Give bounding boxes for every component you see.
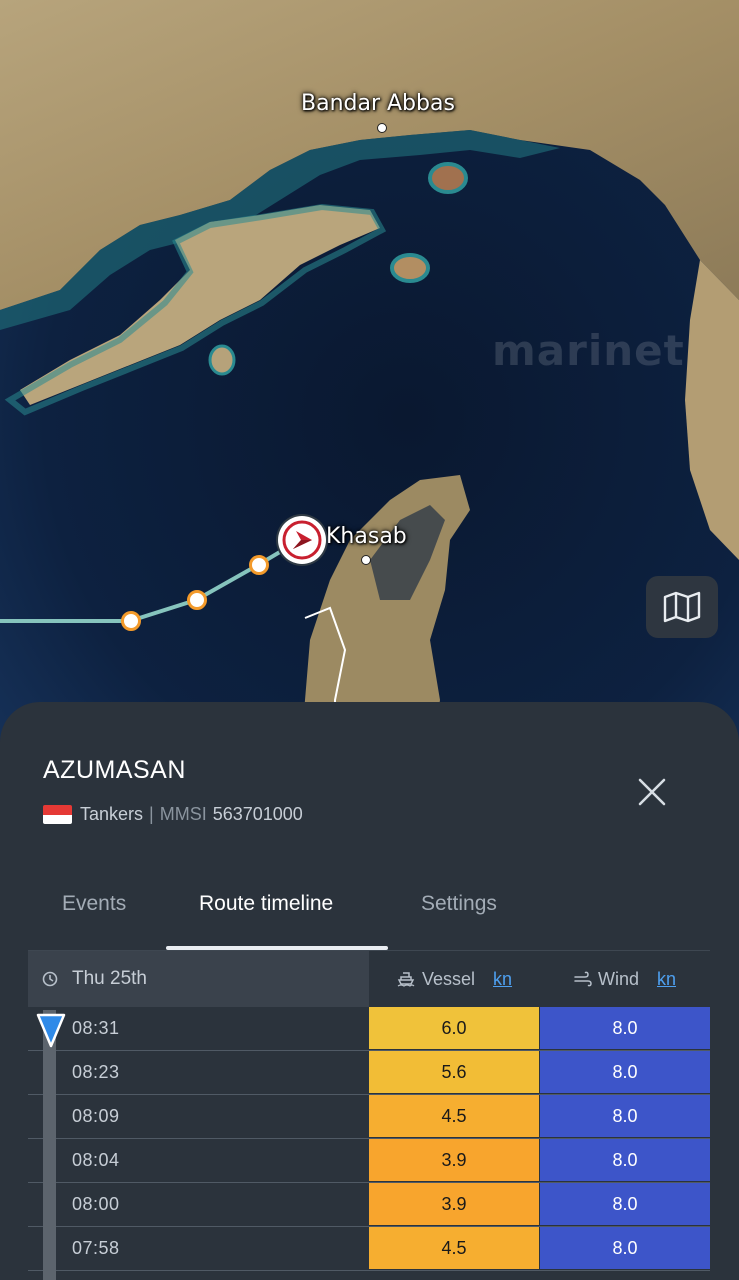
route-timeline-table: Thu 25th Vessel kn Wind kn 08:31 6.0 8.0 08… <box>28 951 710 1271</box>
wind-speed-header: Wind kn <box>540 951 710 1007</box>
table-row[interactable]: 08:23 5.6 8.0 <box>28 1051 710 1095</box>
tab-settings[interactable]: Settings <box>421 892 497 916</box>
vessel-speed-header: Vessel kn <box>369 951 540 1007</box>
vessel-marker[interactable] <box>278 516 326 564</box>
mmsi-label: MMSI <box>159 804 207 824</box>
vessel-subline: Tankers | MMSI 563701000 <box>43 804 303 825</box>
wind-speed-cell: 8.0 <box>540 1095 710 1137</box>
row-time: 08:09 <box>72 1106 120 1126</box>
map-label-khasab: Khasab <box>326 524 407 549</box>
map-icon <box>663 591 701 623</box>
close-icon <box>638 778 666 806</box>
vessel-speed-label: Vessel <box>421 968 476 989</box>
route-waypoint[interactable] <box>121 611 141 631</box>
timeline-scrubber-track[interactable] <box>43 1010 56 1280</box>
city-dot-bandar-abbas <box>377 123 387 133</box>
row-time: 08:23 <box>72 1062 120 1082</box>
table-header: Thu 25th Vessel kn Wind kn <box>28 951 710 1007</box>
wind-icon <box>574 971 592 987</box>
mmsi-value: 563701000 <box>212 804 303 824</box>
route-waypoint[interactable] <box>187 590 207 610</box>
vessel-speed-cell: 6.0 <box>369 1007 539 1049</box>
tab-bar: Events Route timeline Settings <box>28 882 710 951</box>
vessel-info-panel: AZUMASAN Tankers | MMSI 563701000 Events… <box>0 702 739 1280</box>
table-body: 08:31 6.0 8.0 08:23 5.6 8.0 08:09 4.5 8.0 08:04 3.… <box>28 1007 710 1271</box>
date-label: Thu 25th <box>72 968 147 989</box>
table-row[interactable]: 07:58 4.5 8.0 <box>28 1227 710 1271</box>
row-time: 07:58 <box>72 1238 120 1258</box>
tab-route-timeline[interactable]: Route timeline <box>199 892 333 916</box>
timeline-position-icon[interactable] <box>36 1012 66 1048</box>
vessel-speed-cell: 3.9 <box>369 1183 539 1225</box>
row-time: 08:31 <box>72 1018 120 1038</box>
vessel-type: Tankers <box>80 804 144 824</box>
separator: | <box>149 804 154 824</box>
map-watermark: marinet <box>492 326 685 375</box>
table-row[interactable]: 08:09 4.5 8.0 <box>28 1095 710 1139</box>
wind-speed-cell: 8.0 <box>540 1227 710 1269</box>
map-view[interactable]: marinet Bandar Abbas Khasab <box>0 0 739 760</box>
vessel-name: AZUMASAN <box>43 756 186 784</box>
tab-events[interactable]: Events <box>62 892 126 916</box>
map-label-bandar-abbas: Bandar Abbas <box>301 91 455 116</box>
singapore-flag-icon <box>43 805 72 824</box>
city-dot-khasab <box>361 555 371 565</box>
date-header: Thu 25th <box>28 951 369 1007</box>
close-button[interactable] <box>630 770 674 814</box>
active-tab-indicator <box>166 946 388 950</box>
table-row[interactable]: 08:31 6.0 8.0 <box>28 1007 710 1051</box>
wind-speed-cell: 8.0 <box>540 1051 710 1093</box>
wind-speed-label: Wind <box>597 968 639 989</box>
row-time: 08:04 <box>72 1150 120 1170</box>
table-row[interactable]: 08:00 3.9 8.0 <box>28 1183 710 1227</box>
vessel-speed-cell: 4.5 <box>369 1095 539 1137</box>
route-waypoint[interactable] <box>249 555 269 575</box>
row-time: 08:00 <box>72 1194 120 1214</box>
vessel-speed-cell: 5.6 <box>369 1051 539 1093</box>
wind-speed-cell: 8.0 <box>540 1139 710 1181</box>
vessel-unit-link[interactable]: kn <box>493 969 512 990</box>
vessel-heading-icon <box>282 520 322 560</box>
map-layers-button[interactable] <box>646 576 718 638</box>
wind-speed-cell: 8.0 <box>540 1007 710 1049</box>
table-row[interactable]: 08:04 3.9 8.0 <box>28 1139 710 1183</box>
clock-icon <box>42 971 58 987</box>
vessel-speed-cell: 4.5 <box>369 1227 539 1269</box>
ship-icon <box>397 972 415 987</box>
wind-unit-link[interactable]: kn <box>657 969 676 990</box>
wind-speed-cell: 8.0 <box>540 1183 710 1225</box>
vessel-speed-cell: 3.9 <box>369 1139 539 1181</box>
